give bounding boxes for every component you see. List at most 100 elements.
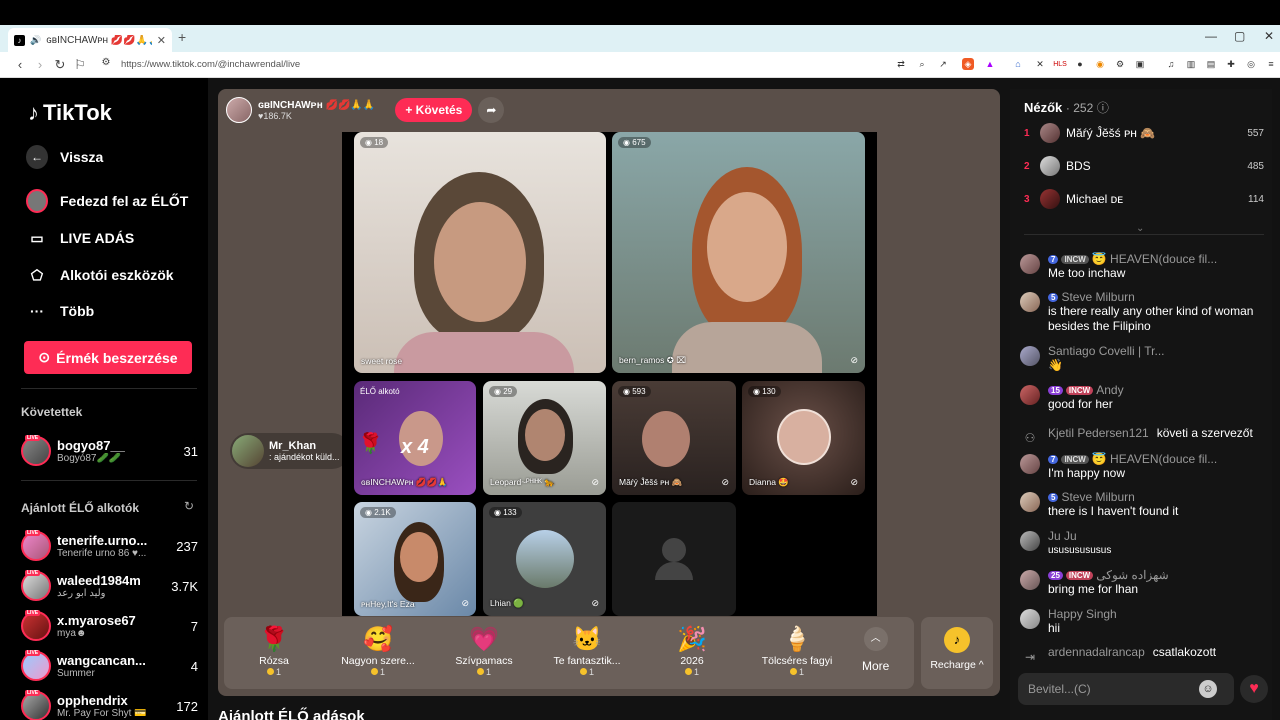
recharge-label: Recharge ^	[930, 659, 984, 671]
nav-live-studio[interactable]: ▭ LIVE ADÁS	[26, 227, 134, 249]
vpn-icon[interactable]: ◎	[1245, 58, 1257, 70]
recommended-account[interactable]: LIVE x.myarose67 mya☻ 7	[21, 609, 198, 643]
top-viewer[interactable]: 2 BDS 485	[1024, 155, 1264, 177]
chat-message[interactable]: Happy Singh hii	[1020, 607, 1264, 636]
extension-icon[interactable]: ⌂	[1012, 58, 1024, 70]
gift-item[interactable]: 🌹 Rózsa 1	[224, 625, 324, 677]
extension-icon[interactable]: ✕	[1034, 58, 1046, 70]
avatar	[232, 435, 264, 467]
person-placeholder-icon	[655, 562, 693, 580]
nav-explore-live[interactable]: Fedezd fel az ÉLŐT	[26, 189, 188, 213]
chat-username: Andy	[1096, 383, 1124, 397]
sidebar-icon[interactable]: ▥	[1185, 58, 1197, 70]
gift-item[interactable]: 🐱 Te fantasztik... 1	[537, 625, 637, 677]
guest-video[interactable]: ◉ 133 Lhian 🟢 ⊘	[483, 502, 606, 616]
chat-message[interactable]: 5 Steve Milburn is there really any other…	[1020, 290, 1264, 334]
top-viewer[interactable]: 3 Michael ᴅᴇ 114	[1024, 188, 1264, 210]
recommended-title: Ajánlott ÉLŐ alkotók	[21, 501, 140, 515]
site-settings-icon[interactable]: ⚙	[98, 57, 114, 68]
wallet-icon[interactable]: ▤	[1205, 58, 1217, 70]
menu-icon[interactable]: ≡	[1265, 58, 1277, 70]
chat-username: Kjetil Pedersen121	[1048, 426, 1149, 440]
guest-video[interactable]: ◉ 593 Măŕý Ĵĕšś ᴘʜ 🙈 ⊘	[612, 381, 736, 495]
gift-item[interactable]: 🥰 Nagyon szere... 1	[328, 625, 428, 677]
guest-video[interactable]: ◉ 130 Dianna 🤩 ⊘	[742, 381, 865, 495]
maximize-icon[interactable]: ▢	[1234, 29, 1245, 43]
gift-icon: 🥰	[363, 626, 393, 653]
extension-icon[interactable]: HLS	[1053, 58, 1067, 70]
forward-icon[interactable]: ›	[32, 57, 48, 72]
chat-text: hii	[1048, 621, 1061, 635]
chat-follow-event[interactable]: ⚇ Kjetil Pedersen121 követi a szervezőt	[1020, 426, 1264, 448]
chat-username: Santiago Covelli | Tr...	[1048, 344, 1165, 358]
heart-like-icon[interactable]: ♥	[1240, 675, 1268, 703]
more-gifts-button[interactable]: ︿ More	[862, 627, 889, 673]
get-coins-label: Érmék beszerzése	[56, 349, 178, 366]
close-window-icon[interactable]: ✕	[1264, 29, 1274, 43]
minimize-icon[interactable]: —	[1205, 29, 1217, 43]
empty-guest-slot[interactable]	[612, 502, 736, 616]
audio-icon[interactable]: 🔊	[30, 35, 41, 46]
recommended-account[interactable]: LIVE wangcancan... Summer 4	[21, 649, 198, 683]
help-icon[interactable]: ⓘ	[1097, 101, 1109, 115]
brave-shield-icon[interactable]: ◈	[962, 58, 974, 70]
extension-icon[interactable]: ▣	[1134, 58, 1146, 70]
new-tab-icon[interactable]: +	[178, 29, 186, 45]
translate-icon[interactable]: ⇄	[895, 58, 907, 70]
host-video[interactable]: ÉLŐ alkotó 🌹 x 4 ɢʙINCHAWᴘʜ 💋💋🙏	[354, 381, 476, 495]
chevron-down-icon[interactable]: ⌄	[1136, 223, 1144, 234]
viewers-header[interactable]: Nézők · 252 ⓘ	[1024, 99, 1109, 116]
back-icon[interactable]: ‹	[12, 57, 28, 72]
reload-icon[interactable]: ↻	[52, 57, 68, 73]
extension-icon[interactable]: ◉	[1094, 58, 1106, 70]
browser-tab[interactable]: ♪ 🔊 ɢʙINCHAWᴘʜ 💋💋🙏🙏 @ ✕	[8, 28, 172, 52]
close-tab-icon[interactable]: ✕	[157, 34, 166, 47]
emoji-icon[interactable]: ☺	[1199, 680, 1217, 698]
get-coins-button[interactable]: ⊙ Érmék beszerzése	[24, 341, 192, 374]
recommended-account[interactable]: LIVE opphendrix Mr. Pay For Shyt 💳 172	[21, 689, 198, 720]
chat-join-event[interactable]: ⇥ ardennadalrancap csatlakozott	[1020, 645, 1264, 667]
extension-icon[interactable]: ⚙	[1114, 58, 1126, 70]
chat-message[interactable]: 7 INCW 😇 HEAVEN(douce fil... Me too inchaw	[1020, 252, 1264, 281]
url-text[interactable]: https://www.tiktok.com/@inchawrendal/liv…	[121, 59, 300, 70]
chat-message[interactable]: 5 Steve Milburn there is I haven't found …	[1020, 490, 1264, 519]
puzzle-icon[interactable]: ✚	[1225, 58, 1237, 70]
chat-message[interactable]: Santiago Covelli | Tr... 👋	[1020, 344, 1264, 373]
top-viewer[interactable]: 1 Măŕý Ĵĕšś ᴘʜ 🙈 557	[1024, 122, 1264, 144]
chat-message[interactable]: 25 INCW شهزاده شوکی bring me for lhan	[1020, 568, 1264, 597]
gift-item[interactable]: 🎉 2026 1	[642, 625, 742, 677]
nav-creator-tools[interactable]: ⬠ Alkotói eszközök	[26, 264, 174, 286]
guest-video[interactable]: ◉ 2.1K ᴘʜHey,It's Eza ⊘	[354, 502, 476, 616]
nav-more[interactable]: ··· Több	[26, 300, 94, 322]
recharge-button[interactable]: ♪ Recharge ^	[921, 617, 993, 689]
share-icon[interactable]: ➦	[478, 97, 505, 123]
tiktok-logo[interactable]: ♪ TikTok	[28, 100, 112, 126]
music-icon[interactable]: ♫	[1165, 58, 1177, 70]
guest-video[interactable]: ◉ 18 sweet rose	[354, 132, 606, 373]
chat-message[interactable]: 7 INCW 😇 HEAVEN(douce fil... I'm happy now	[1020, 452, 1264, 481]
rewards-icon[interactable]: ▲	[984, 58, 996, 70]
host-name[interactable]: ɢʙINCHAWᴘʜ 💋💋🙏🙏	[258, 100, 375, 111]
recommended-account[interactable]: LIVE waleed1984m وليد ابو رعد 3.7K	[21, 569, 198, 603]
zoom-icon[interactable]: ⌕	[916, 58, 928, 70]
gift-item[interactable]: 🍦 Tölcséres fagyi 1	[747, 625, 847, 677]
chat-message[interactable]: Ju Ju usususususus	[1020, 529, 1264, 558]
account-name: opphendrix	[57, 693, 128, 708]
host-avatar[interactable]	[226, 97, 252, 123]
follow-button[interactable]: + Követés	[395, 98, 473, 122]
guest-count: 130	[762, 387, 776, 396]
avatar: LIVE	[21, 650, 51, 681]
guest-video[interactable]: ◉ 29 Leopard~ᴾᴴᴵᴴᴷ 🐆 ⊘	[483, 381, 606, 495]
share-page-icon[interactable]: ↗	[937, 58, 949, 70]
gift-item[interactable]: 💗 Szívpamacs 1	[434, 625, 534, 677]
guest-video[interactable]: ◉ 675 bern_ramos ✪ ⌧ ⊘	[612, 132, 865, 373]
avatar	[1020, 609, 1040, 629]
recommended-account[interactable]: LIVE tenerife.urno... Tenerife urno 86 ♥.…	[21, 529, 198, 563]
chat-message[interactable]: 15 INCW Andy good for her	[1020, 383, 1264, 412]
refresh-icon[interactable]: ↻	[184, 499, 194, 513]
back-button[interactable]: ← Vissza	[26, 145, 103, 169]
following-account[interactable]: LIVE bogyo87__ Bogyó87🥒🥒 31	[21, 434, 198, 468]
extension-icon[interactable]: ●	[1074, 58, 1086, 70]
bookmark-icon[interactable]: ⚐	[72, 57, 88, 73]
viewer-name: Michael ᴅᴇ	[1066, 192, 1124, 206]
